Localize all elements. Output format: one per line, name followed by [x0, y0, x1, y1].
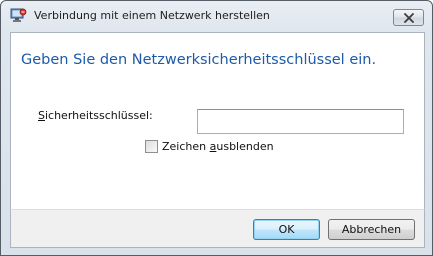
dialog-window: Verbindung mit einem Netzwerk herstellen… [0, 0, 433, 256]
ok-button[interactable]: OK [253, 219, 320, 240]
window-title: Verbindung mit einem Netzwerk herstellen [34, 9, 270, 22]
security-key-input[interactable] [197, 109, 404, 134]
hide-characters-label[interactable]: Zeichen ausblenden [162, 140, 274, 153]
network-connection-icon [10, 8, 27, 23]
hide-characters-label-end: usblenden [216, 140, 274, 153]
security-key-label-mnemonic: S [38, 109, 45, 122]
dialog-content: Geben Sie den Netzwerksicherheitsschlüss… [10, 32, 425, 210]
close-button[interactable] [393, 9, 424, 26]
security-key-label: Sicherheitsschlüssel: [38, 109, 153, 122]
close-x-icon [404, 13, 414, 23]
hide-characters-label-start: Zeichen [162, 140, 210, 153]
dialog-footer: OK Abbrechen [10, 209, 425, 248]
page-title: Geben Sie den Netzwerksicherheitsschlüss… [21, 52, 377, 68]
cancel-button[interactable]: Abbrechen [328, 219, 415, 240]
security-key-label-text: icherheitsschlüssel: [44, 109, 153, 122]
hide-characters-checkbox[interactable] [145, 140, 158, 153]
title-bar[interactable]: Verbindung mit einem Netzwerk herstellen [1, 1, 432, 31]
